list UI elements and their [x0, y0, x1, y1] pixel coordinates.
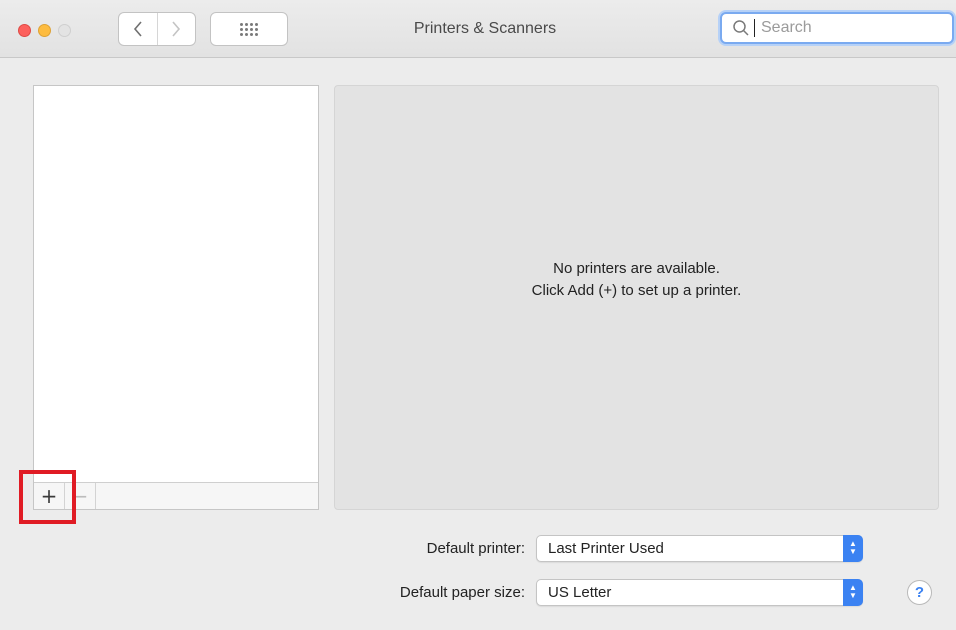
- text-caret: [754, 19, 755, 37]
- default-paper-select[interactable]: US Letter ▲ ▼: [536, 578, 863, 606]
- updown-arrows-icon: ▲ ▼: [843, 534, 863, 562]
- default-paper-value: US Letter: [548, 583, 612, 601]
- back-forward-group: [118, 12, 196, 46]
- printer-list[interactable]: + −: [33, 85, 319, 510]
- help-button[interactable]: ?: [907, 580, 932, 605]
- search-input[interactable]: [759, 18, 943, 38]
- show-all-button[interactable]: [210, 12, 288, 46]
- title-bar: Printers & Scanners: [0, 0, 956, 58]
- printer-list-toolbar: + −: [34, 482, 318, 509]
- add-button-highlight-box: [19, 470, 76, 524]
- system-preferences-window: Printers & Scanners + − No printers are …: [0, 0, 956, 630]
- grid-icon: [240, 22, 258, 36]
- default-paper-label: Default paper size:: [399, 583, 525, 601]
- default-printer-row: Default printer: Last Printer Used ▲ ▼: [330, 534, 863, 562]
- close-window-button[interactable]: [18, 24, 31, 37]
- printer-detail-panel: No printers are available. Click Add (+)…: [334, 85, 939, 510]
- default-printer-label: Default printer:: [426, 539, 525, 557]
- add-printer-hint: Click Add (+) to set up a printer.: [531, 282, 742, 299]
- chevron-left-icon: [133, 21, 142, 37]
- chevron-right-icon: [172, 21, 181, 37]
- zoom-window-button[interactable]: [58, 24, 71, 37]
- search-field[interactable]: [720, 12, 954, 44]
- default-paper-row: Default paper size: US Letter ▲ ▼: [330, 578, 863, 606]
- search-icon: [733, 20, 749, 36]
- back-button[interactable]: [119, 13, 157, 45]
- no-printers-line: No printers are available.: [553, 260, 720, 277]
- updown-arrows-icon: ▲ ▼: [843, 578, 863, 606]
- minimize-window-button[interactable]: [38, 24, 51, 37]
- default-printer-select[interactable]: Last Printer Used ▲ ▼: [536, 534, 863, 562]
- default-printer-value: Last Printer Used: [548, 539, 664, 557]
- window-title: Printers & Scanners: [413, 20, 557, 37]
- forward-button[interactable]: [156, 13, 196, 45]
- no-printers-message: No printers are available. Click Add (+)…: [532, 258, 742, 302]
